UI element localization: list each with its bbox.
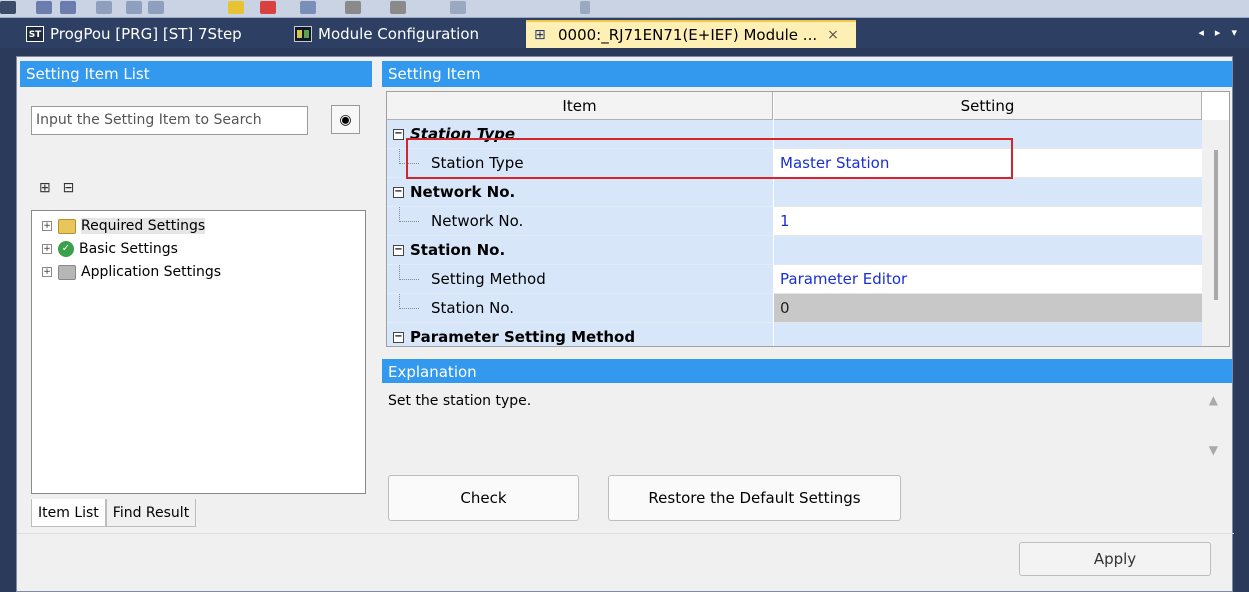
overflow-icon[interactable] [580,1,590,14]
check-button[interactable]: Check [388,475,579,521]
convert-icon[interactable] [260,1,276,14]
category-label: Network No. [410,183,516,201]
tab-scroll-controls[interactable]: ◂ ▸ ▾ [1198,26,1241,39]
explanation-box: Set the station type. ▲ ▼ [382,383,1232,463]
expand-all-icon[interactable]: ⊞ [39,179,51,195]
tab-label: 0000:_RJ71EN71(E+IEF) Module ... [558,26,818,44]
tree-item-application-settings[interactable]: + Application Settings [42,261,221,283]
station-no-value: 0 [774,294,1202,323]
folder-basic-check-icon: ✓ [58,241,74,257]
expand-icon[interactable]: + [42,267,52,277]
scrollbar-thumb[interactable] [1214,150,1218,300]
item-label: Station No. [431,299,514,317]
table-row[interactable]: − Network No. [387,178,1202,207]
tree-item-basic-settings[interactable]: + ✓ Basic Settings [42,238,178,260]
tree-connector [399,207,419,222]
find-icon[interactable] [345,1,361,14]
collapse-icon[interactable]: − [393,245,404,256]
folder-application-icon [58,264,76,280]
setting-item-grid: Item Setting − Station Type Station Type … [386,91,1230,347]
tab-progpou[interactable]: ST ProgPou [PRG] [ST] 7Step [18,20,250,48]
tab-module-configuration[interactable]: Module Configuration [286,20,487,48]
explanation-text: Set the station type. [388,393,532,409]
module-parameter-window: Setting Item List Input the Setting Item… [16,56,1234,592]
table-row[interactable]: Setting Method Parameter Editor [387,265,1202,294]
setting-cell [774,236,1202,265]
check-icon[interactable] [228,1,244,14]
network-module-icon: ⊞ [534,27,546,43]
document-tabstrip: ST ProgPou [PRG] [ST] 7Step Module Confi… [0,18,1249,48]
category-label: Station No. [410,241,506,259]
item-cell: Network No. [387,207,773,236]
item-cell: Setting Method [387,265,773,294]
item-cell: − Network No. [387,178,773,207]
main-toolbar [0,0,1249,18]
item-label: Network No. [431,212,524,230]
close-icon[interactable]: × [827,27,839,43]
table-row[interactable]: − Parameter Setting Method [387,323,1202,346]
table-row[interactable]: Station No. 0 [387,294,1202,323]
undo-icon[interactable] [36,1,52,14]
setting-method-value[interactable]: Parameter Editor [774,265,1202,294]
left-panel-tabs: Item List Find Result [31,499,197,527]
item-cell: − Parameter Setting Method [387,323,773,346]
folder-required-icon [58,218,76,234]
setting-cell [774,178,1202,207]
tab-label: ProgPou [PRG] [ST] 7Step [50,25,242,43]
column-header-setting[interactable]: Setting [774,92,1202,120]
item-cell: − Station No. [387,236,773,265]
tab-label: Module Configuration [318,25,480,43]
tree-item-label: Application Settings [81,264,222,280]
expand-icon[interactable]: + [42,244,52,254]
explanation-header: Explanation [382,359,1232,385]
print-icon[interactable] [450,1,466,14]
apply-button[interactable]: Apply [1019,542,1211,576]
tree-tool-icons: ⊞ ⊟ [39,179,82,196]
setting-item-header: Setting Item [382,61,1232,87]
paste-icon[interactable] [148,1,164,14]
binoculars-search-icon[interactable]: ◉ [331,105,360,134]
copy-icon[interactable] [126,1,142,14]
scroll-down-icon[interactable]: ▼ [1209,443,1218,457]
tab-find-result[interactable]: Find Result [105,499,197,527]
grid-scrollbar[interactable] [1202,120,1229,346]
tree-item-required-settings[interactable]: + Required Settings [42,215,206,237]
network-no-value[interactable]: 1 [774,207,1202,236]
item-cell: Station No. [387,294,773,323]
setting-cell [774,323,1202,346]
tab-rj71en71-module[interactable]: ⊞ 0000:_RJ71EN71(E+IEF) Module ... × [526,20,856,48]
restore-default-settings-button[interactable]: Restore the Default Settings [608,475,901,521]
tree-item-label: Basic Settings [79,241,178,257]
zoom-icon[interactable] [390,1,406,14]
tree-connector [399,294,419,309]
collapse-icon[interactable]: − [393,129,404,140]
redo-icon[interactable] [60,1,76,14]
tree-item-label: Required Settings [81,218,206,234]
annotation-highlight-box [406,138,1013,179]
grid-icon[interactable] [0,1,16,14]
expand-icon[interactable]: + [42,221,52,231]
column-header-item[interactable]: Item [387,92,773,120]
collapse-all-icon[interactable]: ⊟ [63,179,75,195]
setting-item-tree: + Required Settings + ✓ Basic Settings +… [31,210,366,494]
collapse-icon[interactable]: − [393,332,404,343]
search-input[interactable]: Input the Setting Item to Search [31,106,308,135]
divider [17,533,1234,534]
table-row[interactable]: Network No. 1 [387,207,1202,236]
collapse-icon[interactable]: − [393,187,404,198]
setting-item-list-header: Setting Item List [20,61,372,87]
tab-item-list[interactable]: Item List [31,499,106,527]
view-icon[interactable] [300,1,316,14]
tree-connector [399,265,419,280]
module-config-icon [294,26,312,42]
scroll-up-icon[interactable]: ▲ [1209,393,1218,407]
item-label: Setting Method [431,270,546,288]
st-icon: ST [26,26,44,42]
table-row[interactable]: − Station No. [387,236,1202,265]
category-label: Parameter Setting Method [410,328,636,346]
cut-icon[interactable] [96,1,112,14]
